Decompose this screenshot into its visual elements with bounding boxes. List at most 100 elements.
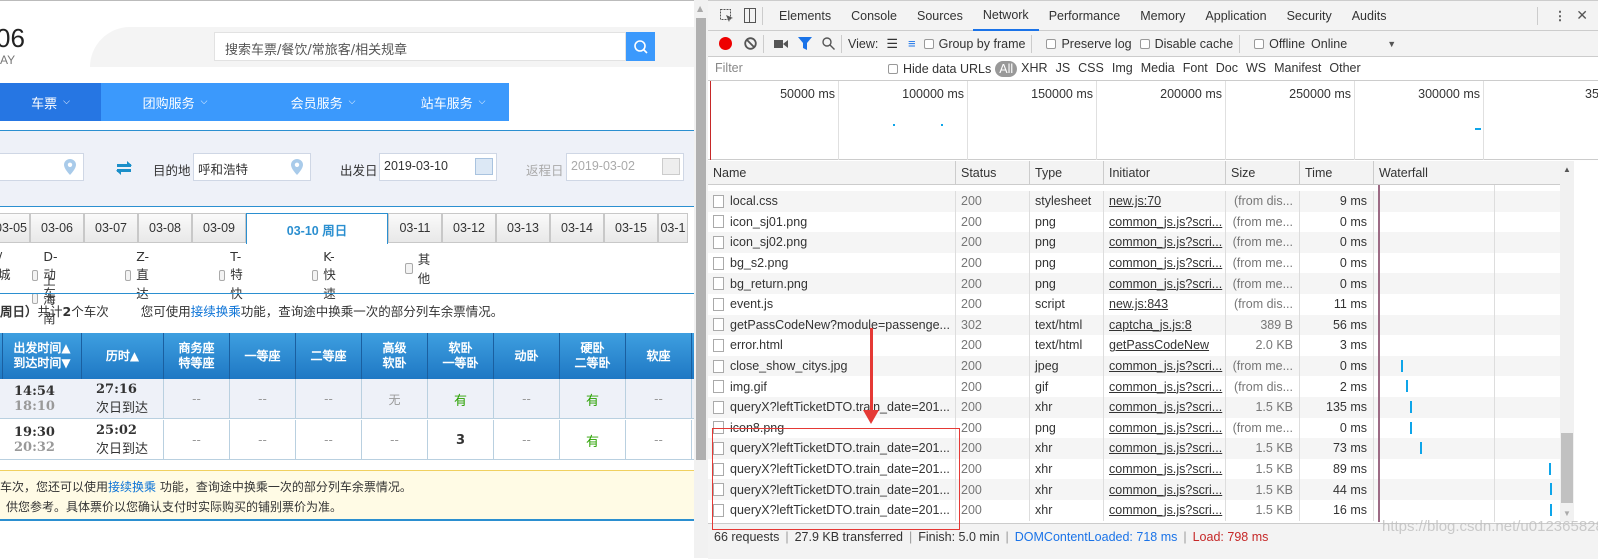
request-name[interactable]: error.html	[708, 335, 956, 356]
record-icon[interactable]	[719, 37, 732, 50]
request-row[interactable]: event.js 200 script new.js:843 (from dis... 1…	[708, 293, 1560, 315]
request-row[interactable]: bg_s2.png 200 png common_js.js?scri... (from…	[708, 252, 1560, 274]
filter-type-manifest[interactable]: Manifest	[1270, 61, 1325, 77]
scroll-down-icon[interactable]: ▼	[1563, 509, 1571, 518]
request-initiator[interactable]: common_js.js?scri...	[1104, 252, 1226, 274]
request-name[interactable]: local.css	[708, 191, 956, 212]
col-size[interactable]: Size	[1226, 161, 1300, 185]
devtools-tab-console[interactable]: Console	[841, 1, 907, 31]
requests-scrollbar[interactable]: ▲ ▼	[1560, 161, 1574, 522]
filter-type-other[interactable]: Other	[1325, 61, 1364, 77]
swap-icon[interactable]	[116, 161, 132, 175]
request-name[interactable]: close_show_citys.jpg	[708, 355, 956, 377]
col-type[interactable]: Type	[1030, 161, 1104, 185]
filter-input[interactable]: Filter	[710, 58, 876, 79]
dropdown-arrow-icon[interactable]: ▼	[1387, 39, 1396, 49]
filter-t[interactable]: T-特快	[219, 249, 248, 302]
seat-cell[interactable]: 有	[560, 379, 626, 419]
waterfall-view-icon[interactable]: ≡	[908, 36, 916, 51]
devtools-tab-application[interactable]: Application	[1195, 1, 1276, 31]
request-row[interactable]: bg_return.png 200 png common_js.js?scri...(…	[708, 273, 1560, 294]
date-tab[interactable]: 03-05	[0, 213, 30, 243]
site-search-button[interactable]	[626, 32, 655, 61]
request-row[interactable]: local.css 200 stylesheet new.js:70 (from dis…	[708, 191, 1560, 212]
date-tab[interactable]: 03-1	[658, 213, 688, 243]
checkbox[interactable]	[219, 270, 226, 281]
request-name[interactable]: queryX?leftTicketDTO.train_date=201...	[708, 396, 956, 418]
request-initiator[interactable]: common_js.js?scri...	[1104, 417, 1226, 439]
devtools-tab-memory[interactable]: Memory	[1130, 1, 1195, 31]
scrollbar-thumb[interactable]	[696, 18, 706, 460]
more-options-icon[interactable]: ⋮	[1554, 8, 1567, 23]
filter-type-xhr[interactable]: XHR	[1017, 61, 1051, 77]
nav-group-buy[interactable]: 团购服务 ⌵	[101, 83, 249, 121]
col-time[interactable]: Time	[1300, 161, 1374, 185]
col-initiator[interactable]: Initiator	[1104, 161, 1226, 185]
request-initiator[interactable]: common_js.js?scri...	[1104, 211, 1226, 233]
request-initiator[interactable]: captcha_js.js:8	[1104, 314, 1226, 336]
filter-type-media[interactable]: Media	[1137, 61, 1179, 77]
filter-other[interactable]: 其他	[405, 249, 434, 287]
large-rows-icon[interactable]: ☰	[886, 36, 898, 52]
request-name[interactable]: bg_s2.png	[708, 252, 956, 274]
filter-type-img[interactable]: Img	[1108, 61, 1137, 77]
calendar-icon[interactable]	[662, 158, 680, 175]
seat-cell[interactable]: 有	[560, 420, 626, 460]
request-initiator[interactable]: common_js.js?scri...	[1104, 355, 1226, 377]
checkbox[interactable]	[312, 270, 319, 281]
date-tab[interactable]: 03-15	[604, 213, 658, 243]
request-row[interactable]: icon_sj02.png 200 png common_js.js?scri...(…	[708, 232, 1560, 253]
device-toolbar-icon[interactable]	[744, 8, 756, 23]
date-tab[interactable]: 03-10 周日	[246, 213, 388, 244]
date-tab[interactable]: 03-11	[388, 213, 442, 243]
request-row[interactable]: getPassCodeNew?module=passenge... 302 text…	[708, 314, 1560, 336]
request-name[interactable]: event.js	[708, 293, 956, 315]
train-row[interactable]: 19:30 20:32 25:02 次日到达 -- -- -- -- 3 -- 有 --	[0, 420, 694, 460]
devtools-tab-security[interactable]: Security	[1277, 1, 1342, 31]
filter-z[interactable]: Z-直达	[125, 249, 154, 302]
date-tab[interactable]: 03-06	[30, 213, 84, 243]
request-row[interactable]: queryX?leftTicketDTO.train_date=201... 20…	[708, 396, 1560, 418]
filter-type-ws[interactable]: WS	[1242, 61, 1270, 77]
request-name[interactable]: img.gif	[708, 376, 956, 397]
request-initiator[interactable]: getPassCodeNew	[1104, 335, 1226, 356]
request-initiator[interactable]: common_js.js?scri...	[1104, 273, 1226, 294]
request-initiator[interactable]: common_js.js?scri...	[1104, 396, 1226, 418]
request-initiator[interactable]: common_js.js?scri...	[1104, 438, 1226, 459]
table-header-cell[interactable]: 历时▲	[82, 333, 164, 379]
filter-type-css[interactable]: CSS	[1074, 61, 1108, 77]
request-initiator[interactable]: new.js:843	[1104, 293, 1226, 315]
filter-k[interactable]: K-快速	[312, 249, 341, 302]
train-row[interactable]: 14:54 18:10 27:16 次日到达 -- -- -- 无有 -- 有 --	[0, 379, 694, 419]
date-tab[interactable]: 03-08	[138, 213, 192, 243]
scrollbar-thumb[interactable]	[1561, 433, 1573, 503]
hide-data-urls-checkbox[interactable]	[888, 63, 898, 74]
request-initiator[interactable]: new.js:70	[1104, 191, 1226, 212]
date-tab[interactable]: 03-09	[192, 213, 246, 243]
request-row[interactable]: icon_sj01.png 200 png common_js.js?scri...(…	[708, 211, 1560, 233]
request-name[interactable]: icon_sj01.png	[708, 211, 956, 233]
col-waterfall[interactable]: Waterfall	[1374, 161, 1560, 185]
filter-icon[interactable]	[798, 37, 812, 50]
calendar-icon[interactable]	[475, 158, 493, 175]
filter-type-js[interactable]: JS	[1052, 61, 1075, 77]
devtools-tab-performance[interactable]: Performance	[1039, 1, 1131, 31]
request-initiator[interactable]: common_js.js?scri...	[1104, 458, 1226, 480]
table-header-cell[interactable]: 出发时间▲ 到达时间▼	[3, 333, 82, 379]
date-tab[interactable]: 03-14	[550, 213, 604, 243]
request-initiator[interactable]: common_js.js?scri...	[1104, 499, 1226, 521]
checkbox[interactable]	[405, 262, 413, 274]
scroll-up-icon[interactable]: ▲	[697, 4, 703, 13]
site-search-input[interactable]: 搜索车票/餐饮/常旅客/相关规章	[214, 32, 626, 61]
devtools-tab-elements[interactable]: Elements	[769, 1, 841, 31]
filter-type-doc[interactable]: Doc	[1212, 61, 1242, 77]
nav-tickets[interactable]: 车票 ⌵	[0, 83, 101, 121]
date-tab[interactable]: 03-07	[84, 213, 138, 243]
disable-cache-checkbox[interactable]	[1139, 38, 1150, 49]
transfer-link[interactable]: 接续换乘	[191, 304, 241, 319]
filter-type-font[interactable]: Font	[1179, 61, 1212, 77]
request-row[interactable]: close_show_citys.jpg 200 jpeg common_js.js?…	[708, 355, 1560, 377]
request-name[interactable]: getPassCodeNew?module=passenge...	[708, 314, 956, 336]
request-name[interactable]: icon_sj02.png	[708, 232, 956, 253]
close-icon[interactable]: ✕	[1576, 7, 1588, 24]
